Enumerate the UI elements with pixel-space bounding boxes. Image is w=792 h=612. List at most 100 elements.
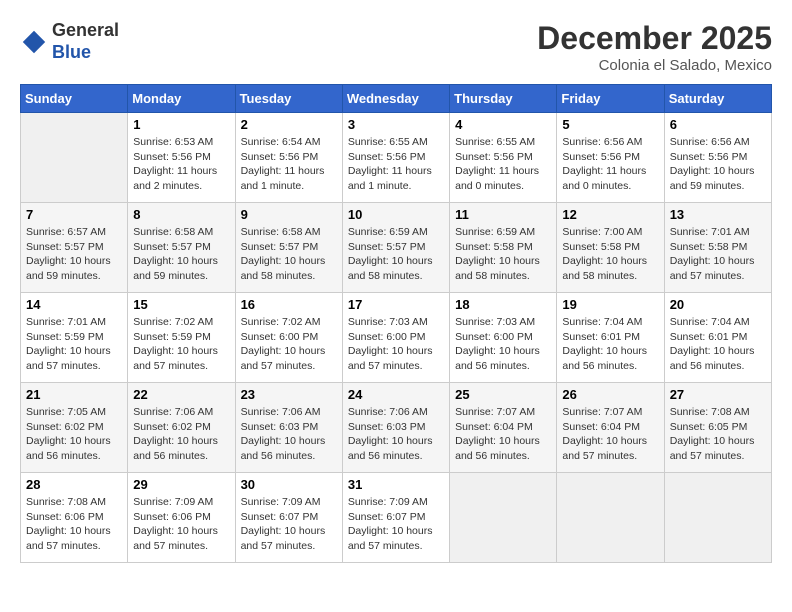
day-number: 1 [133,117,229,132]
day-info: Sunrise: 6:53 AMSunset: 5:56 PMDaylight:… [133,135,229,194]
day-number: 7 [26,207,122,222]
day-info: Sunrise: 6:56 AMSunset: 5:56 PMDaylight:… [562,135,658,194]
day-number: 27 [670,387,766,402]
day-info: Sunrise: 6:57 AMSunset: 5:57 PMDaylight:… [26,225,122,284]
calendar-day-cell: 26Sunrise: 7:07 AMSunset: 6:04 PMDayligh… [557,383,664,473]
day-number: 5 [562,117,658,132]
calendar-day-cell: 8 Sunrise: 6:58 AMSunset: 5:57 PMDaylight… [128,203,235,293]
weekday-header: Thursday [450,85,557,113]
calendar-day-cell: 13 Sunrise: 7:01 AMSunset: 5:58 PMDayligh… [664,203,771,293]
day-info: Sunrise: 7:09 AMSunset: 6:07 PMDaylight:… [348,495,444,554]
day-info: Sunrise: 6:59 AMSunset: 5:58 PMDaylight:… [455,225,551,284]
calendar-day-cell: 16 Sunrise: 7:02 AMSunset: 6:00 PMDayligh… [235,293,342,383]
calendar-day-cell: 1 Sunrise: 6:53 AMSunset: 5:56 PMDaylight… [128,113,235,203]
day-info: Sunrise: 7:06 AMSunset: 6:02 PMDaylight:… [133,405,229,464]
weekday-header: Saturday [664,85,771,113]
calendar-day-cell: 25Sunrise: 7:07 AMSunset: 6:04 PMDayligh… [450,383,557,473]
logo-line2: Blue [52,42,119,64]
day-info: Sunrise: 7:03 AMSunset: 6:00 PMDaylight:… [455,315,551,374]
calendar-day-cell: 23 Sunrise: 7:06 AMSunset: 6:03 PMDayligh… [235,383,342,473]
day-info: Sunrise: 7:01 AMSunset: 5:59 PMDaylight:… [26,315,122,374]
day-number: 10 [348,207,444,222]
day-number: 23 [241,387,337,402]
day-number: 15 [133,297,229,312]
weekday-header: Wednesday [342,85,449,113]
calendar-day-cell: 7 Sunrise: 6:57 AMSunset: 5:57 PMDaylight… [21,203,128,293]
day-info: Sunrise: 6:55 AMSunset: 5:56 PMDaylight:… [348,135,444,194]
weekday-header: Friday [557,85,664,113]
calendar-day-cell: 4 Sunrise: 6:55 AMSunset: 5:56 PMDaylight… [450,113,557,203]
day-info: Sunrise: 6:54 AMSunset: 5:56 PMDaylight:… [241,135,337,194]
day-info: Sunrise: 7:04 AMSunset: 6:01 PMDaylight:… [562,315,658,374]
day-info: Sunrise: 6:59 AMSunset: 5:57 PMDaylight:… [348,225,444,284]
calendar-week-row: 1 Sunrise: 6:53 AMSunset: 5:56 PMDaylight… [21,113,772,203]
calendar-day-cell: 24 Sunrise: 7:06 AMSunset: 6:03 PMDayligh… [342,383,449,473]
calendar-week-row: 28 Sunrise: 7:08 AMSunset: 6:06 PMDayligh… [21,473,772,563]
day-info: Sunrise: 7:01 AMSunset: 5:58 PMDaylight:… [670,225,766,284]
calendar-day-cell: 17 Sunrise: 7:03 AMSunset: 6:00 PMDayligh… [342,293,449,383]
calendar-day-cell [21,113,128,203]
calendar-day-cell: 11Sunrise: 6:59 AMSunset: 5:58 PMDayligh… [450,203,557,293]
day-info: Sunrise: 6:58 AMSunset: 5:57 PMDaylight:… [133,225,229,284]
day-info: Sunrise: 7:08 AMSunset: 6:06 PMDaylight:… [26,495,122,554]
calendar-day-cell: 21Sunrise: 7:05 AMSunset: 6:02 PMDayligh… [21,383,128,473]
calendar-day-cell: 12 Sunrise: 7:00 AMSunset: 5:58 PMDayligh… [557,203,664,293]
page-header: General Blue December 2025 Colonia el Sa… [20,20,772,74]
day-number: 9 [241,207,337,222]
weekday-header: Monday [128,85,235,113]
day-number: 16 [241,297,337,312]
day-info: Sunrise: 7:03 AMSunset: 6:00 PMDaylight:… [348,315,444,374]
weekday-header: Tuesday [235,85,342,113]
day-number: 24 [348,387,444,402]
calendar-day-cell: 20 Sunrise: 7:04 AMSunset: 6:01 PMDayligh… [664,293,771,383]
calendar-day-cell: 31 Sunrise: 7:09 AMSunset: 6:07 PMDayligh… [342,473,449,563]
month-title: December 2025 [537,20,772,57]
calendar-header: SundayMondayTuesdayWednesdayThursdayFrid… [21,85,772,113]
day-info: Sunrise: 7:04 AMSunset: 6:01 PMDaylight:… [670,315,766,374]
calendar-day-cell: 5 Sunrise: 6:56 AMSunset: 5:56 PMDaylight… [557,113,664,203]
calendar-day-cell [557,473,664,563]
calendar-day-cell: 18 Sunrise: 7:03 AMSunset: 6:00 PMDayligh… [450,293,557,383]
day-number: 13 [670,207,766,222]
weekday-header: Sunday [21,85,128,113]
day-info: Sunrise: 7:08 AMSunset: 6:05 PMDaylight:… [670,405,766,464]
day-number: 18 [455,297,551,312]
day-number: 8 [133,207,229,222]
day-number: 28 [26,477,122,492]
calendar-day-cell: 22 Sunrise: 7:06 AMSunset: 6:02 PMDayligh… [128,383,235,473]
calendar-day-cell: 9 Sunrise: 6:58 AMSunset: 5:57 PMDaylight… [235,203,342,293]
calendar-week-row: 21Sunrise: 7:05 AMSunset: 6:02 PMDayligh… [21,383,772,473]
calendar-week-row: 7 Sunrise: 6:57 AMSunset: 5:57 PMDaylight… [21,203,772,293]
location-subtitle: Colonia el Salado, Mexico [537,57,772,74]
day-info: Sunrise: 6:56 AMSunset: 5:56 PMDaylight:… [670,135,766,194]
day-info: Sunrise: 7:09 AMSunset: 6:06 PMDaylight:… [133,495,229,554]
calendar-day-cell [450,473,557,563]
day-number: 26 [562,387,658,402]
day-info: Sunrise: 7:02 AMSunset: 6:00 PMDaylight:… [241,315,337,374]
day-info: Sunrise: 6:58 AMSunset: 5:57 PMDaylight:… [241,225,337,284]
day-number: 17 [348,297,444,312]
day-number: 3 [348,117,444,132]
day-number: 25 [455,387,551,402]
calendar-day-cell: 27 Sunrise: 7:08 AMSunset: 6:05 PMDayligh… [664,383,771,473]
day-info: Sunrise: 7:06 AMSunset: 6:03 PMDaylight:… [241,405,337,464]
day-number: 31 [348,477,444,492]
calendar-day-cell [664,473,771,563]
day-number: 21 [26,387,122,402]
day-info: Sunrise: 7:09 AMSunset: 6:07 PMDaylight:… [241,495,337,554]
day-info: Sunrise: 7:00 AMSunset: 5:58 PMDaylight:… [562,225,658,284]
day-number: 4 [455,117,551,132]
calendar-day-cell: 6Sunrise: 6:56 AMSunset: 5:56 PMDaylight… [664,113,771,203]
calendar-day-cell: 14Sunrise: 7:01 AMSunset: 5:59 PMDayligh… [21,293,128,383]
day-info: Sunrise: 6:55 AMSunset: 5:56 PMDaylight:… [455,135,551,194]
day-number: 29 [133,477,229,492]
weekday-row: SundayMondayTuesdayWednesdayThursdayFrid… [21,85,772,113]
day-info: Sunrise: 7:06 AMSunset: 6:03 PMDaylight:… [348,405,444,464]
calendar-day-cell: 10 Sunrise: 6:59 AMSunset: 5:57 PMDayligh… [342,203,449,293]
day-number: 20 [670,297,766,312]
day-info: Sunrise: 7:02 AMSunset: 5:59 PMDaylight:… [133,315,229,374]
day-number: 22 [133,387,229,402]
logo: General Blue [20,20,119,63]
day-number: 12 [562,207,658,222]
calendar-table: SundayMondayTuesdayWednesdayThursdayFrid… [20,84,772,563]
